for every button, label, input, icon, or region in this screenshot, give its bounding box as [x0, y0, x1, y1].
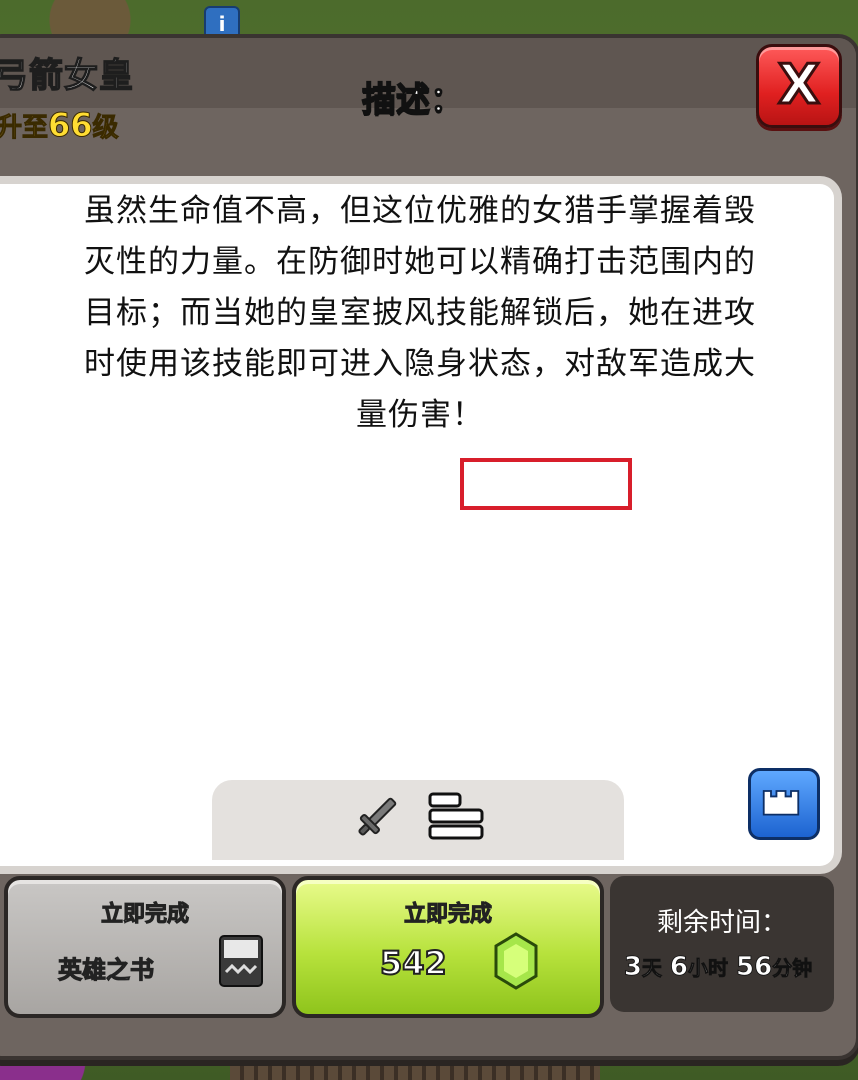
castle-button[interactable] [748, 768, 820, 840]
timer-days-unit: 天 [641, 956, 663, 981]
gem-icon [494, 932, 538, 990]
finish-with-gems-button[interactable]: 立即完成 542 [292, 876, 604, 1018]
book-button-label: 立即完成 [100, 902, 189, 928]
description-title: 描述： [361, 79, 465, 121]
time-remaining-box: 剩余时间： 3天 6小时 56分钟 [610, 876, 834, 1012]
tabs-tray [212, 780, 624, 860]
book-icon [219, 935, 263, 987]
gem-cost: 542 [379, 943, 448, 983]
description-text: 虽然生命值不高，但这位优雅的女猎手掌握着毁灭性的力量。在防御时她可以精确打击范围… [84, 193, 756, 433]
timer-minutes: 56 [736, 952, 773, 983]
timer-hours-unit: 小时 [688, 956, 729, 981]
gem-button-label: 立即完成 [403, 902, 492, 928]
timer-days: 3 [623, 952, 642, 983]
list-icon[interactable] [428, 792, 484, 842]
timer-hours: 6 [669, 952, 689, 983]
sword-icon[interactable] [352, 792, 402, 842]
timer-value: 3天 6小时 56分钟 [610, 952, 834, 983]
timer-title: 剩余时间： [656, 908, 787, 938]
timer-minutes-unit: 分钟 [772, 956, 813, 981]
castle-icon [762, 790, 800, 816]
book-item-name: 英雄之书 [58, 956, 155, 985]
highlight-box [460, 458, 632, 510]
finish-with-book-button[interactable]: 立即完成 英雄之书 [4, 876, 286, 1018]
